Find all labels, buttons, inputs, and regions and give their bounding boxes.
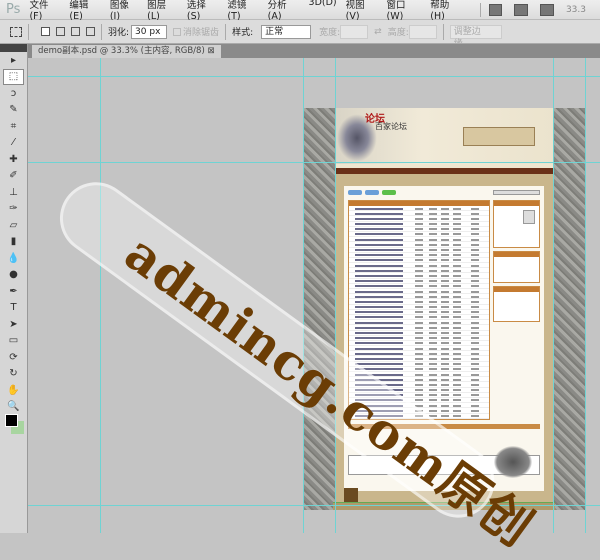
pen-tool-icon[interactable]: ✒ xyxy=(0,283,27,300)
brush-tool-icon[interactable]: ✐ xyxy=(0,168,27,185)
menu-item[interactable]: 文件(F) xyxy=(29,0,60,22)
shape-tool-icon[interactable]: ▭ xyxy=(0,333,27,350)
selection-mode-add[interactable] xyxy=(56,27,65,36)
menu-item[interactable]: 3D(D) xyxy=(309,0,337,22)
stone-border-right xyxy=(553,108,585,510)
eraser-tool-icon[interactable]: ▱ xyxy=(0,217,27,234)
user-panel xyxy=(493,200,540,248)
selection-mode-subtract[interactable] xyxy=(71,27,80,36)
menu-item[interactable]: 图像(I) xyxy=(110,0,138,22)
menu-item[interactable]: 滤镜(T) xyxy=(227,0,258,22)
width-input[interactable] xyxy=(340,24,369,39)
document-tab[interactable]: demo副本.psd @ 33.3% (主内容, RGB/8) ⊠ xyxy=(32,45,221,58)
refine-edge-button[interactable]: 调整边缘... xyxy=(449,24,502,49)
zoom-level-dropdown[interactable]: 33.3 xyxy=(566,5,586,15)
dodge-tool-icon[interactable]: ● xyxy=(0,267,27,284)
eyedropper-tool-icon[interactable]: ⁄ xyxy=(0,135,27,152)
style-label: 样式: xyxy=(232,28,254,38)
mini-bridge-button[interactable] xyxy=(514,3,529,16)
move-tool-icon[interactable]: ▸ xyxy=(0,52,27,69)
zoom-tool-icon[interactable]: 🔍 xyxy=(0,399,27,416)
path-select-tool-icon[interactable]: ➤ xyxy=(0,316,27,333)
stone-border-left xyxy=(303,108,335,510)
quick-select-tool-icon[interactable]: ✎ xyxy=(0,102,27,119)
hand-tool-icon[interactable]: ✋ xyxy=(0,382,27,399)
menu-item[interactable]: 编辑(E) xyxy=(69,0,100,22)
marquee-preset-icon[interactable] xyxy=(10,26,22,37)
swap-icon[interactable]: ⇄ xyxy=(374,27,382,37)
close-icon[interactable]: ⊠ xyxy=(207,46,214,56)
options-bar: 羽化: 30 px 消除锯齿 样式: 正常 宽度: ⇄ 高度: 调整边缘... xyxy=(0,20,600,49)
banner-image: 论坛 百家论坛 xyxy=(335,108,553,164)
healing-tool-icon[interactable]: ✚ xyxy=(0,151,27,168)
lasso-tool-icon[interactable]: ↄ xyxy=(0,85,27,102)
menu-item[interactable]: 窗口(W) xyxy=(387,0,422,22)
height-input[interactable] xyxy=(408,24,437,39)
history-brush-tool-icon[interactable]: ✑ xyxy=(0,201,27,218)
3d-orbit-tool-icon[interactable]: ↻ xyxy=(0,366,27,383)
side-panel xyxy=(493,251,540,283)
menu-item[interactable]: 视图(V) xyxy=(346,0,378,22)
menu-item[interactable]: 分析(A) xyxy=(268,0,300,22)
selection-mode-new[interactable] xyxy=(41,27,50,36)
document-tab-bar: demo副本.psd @ 33.3% (主内容, RGB/8) ⊠ xyxy=(28,44,600,58)
menu-item[interactable]: 图层(L) xyxy=(147,0,178,22)
height-label: 高度: xyxy=(387,28,409,38)
site-logo-subtitle: 百家论坛 xyxy=(375,122,407,131)
side-panel xyxy=(493,286,540,322)
width-label: 宽度: xyxy=(319,28,341,38)
marquee-tool-icon[interactable]: ⬚ xyxy=(3,68,24,85)
bridge-button[interactable] xyxy=(488,3,503,16)
canvas-area[interactable]: 论坛 百家论坛 xyxy=(28,58,600,533)
selection-mode-intersect[interactable] xyxy=(86,27,95,36)
menu-item[interactable]: 帮助(H) xyxy=(430,0,463,22)
antialias-checkbox[interactable]: 消除锯齿 xyxy=(173,25,219,38)
banner-panel xyxy=(463,127,535,146)
type-tool-icon[interactable]: T xyxy=(0,300,27,317)
toolbox: ▸ ⬚ ↄ ✎ ⌗ ⁄ ✚ ✐ ⊥ ✑ ▱ ▮ 💧 ● ✒ T ➤ ▭ ⟳ ↻ ✋ 🔍 xyxy=(0,44,28,533)
stamp-tool-icon[interactable]: ⊥ xyxy=(0,184,27,201)
gradient-tool-icon[interactable]: ▮ xyxy=(0,234,27,251)
feather-label: 羽化: xyxy=(108,28,130,38)
menu-bar: Ps 文件(F) 编辑(E) 图像(I) 图层(L) 选择(S) 滤镜(T) 分析(A) 3D… xyxy=(0,0,600,22)
view-extras-button[interactable] xyxy=(540,3,554,16)
crop-tool-icon[interactable]: ⌗ xyxy=(0,118,27,135)
menu-item[interactable]: 选择(S) xyxy=(187,0,218,22)
foreground-color-swatch[interactable] xyxy=(5,414,18,427)
feather-input[interactable]: 30 px xyxy=(131,24,168,39)
photoshop-logo: Ps xyxy=(6,2,21,17)
style-select[interactable]: 正常 xyxy=(261,24,312,39)
blur-tool-icon[interactable]: 💧 xyxy=(0,250,27,267)
3d-rotate-tool-icon[interactable]: ⟳ xyxy=(0,349,27,366)
